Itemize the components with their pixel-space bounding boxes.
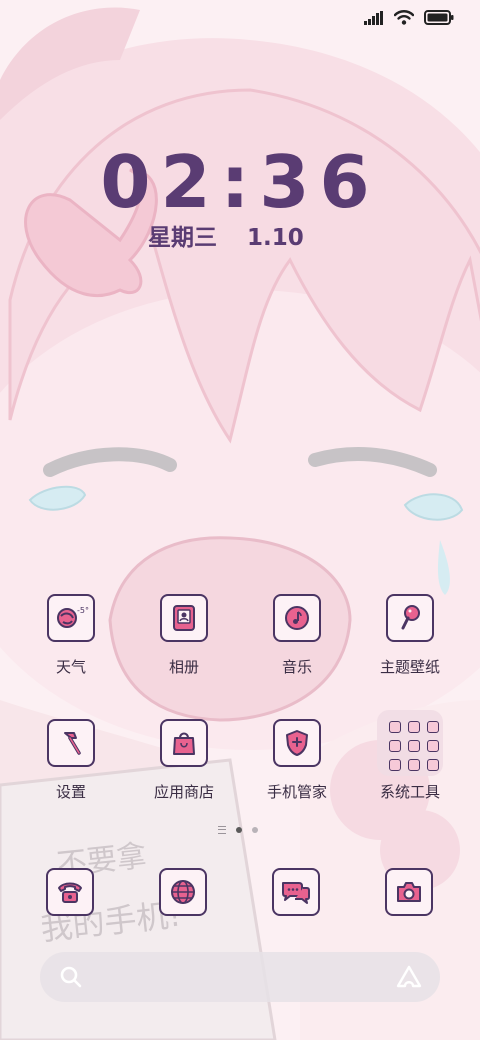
signal-icon [364, 10, 383, 25]
dock-messages[interactable] [272, 868, 320, 916]
mini-app-icon [408, 721, 420, 733]
assistant-icon[interactable] [396, 965, 422, 989]
folder-icon [377, 710, 443, 776]
dock-camera[interactable] [385, 868, 433, 916]
app-label: 系统工具 [379, 783, 440, 801]
folder-system-tools[interactable]: 系统工具 [355, 710, 465, 802]
mini-app-icon [389, 759, 401, 771]
mini-app-icon [427, 721, 439, 733]
gallery-icon [160, 594, 208, 642]
app-security[interactable]: 手机管家 [242, 719, 352, 802]
app-gallery[interactable]: 相册 [129, 594, 239, 677]
phone-icon [46, 868, 94, 916]
shopping-bag-icon [160, 719, 208, 767]
weather-icon: -5° [47, 594, 95, 642]
wifi-icon [394, 10, 414, 25]
mini-app-icon [427, 759, 439, 771]
app-settings[interactable]: 设置 [16, 719, 126, 802]
search-bar[interactable] [40, 952, 440, 1002]
page-dot-active [236, 827, 242, 833]
app-weather[interactable]: -5° 天气 [16, 594, 126, 677]
app-label: 音乐 [281, 658, 312, 676]
page-list-icon [218, 826, 226, 834]
browser-globe-icon [159, 868, 207, 916]
theme-brush-icon [386, 594, 434, 642]
weekday-text: 星期三 [148, 225, 217, 251]
app-label: 天气 [55, 658, 86, 676]
app-label: 手机管家 [266, 783, 327, 801]
music-icon [273, 594, 321, 642]
status-bar [364, 10, 454, 25]
dock-browser[interactable] [159, 868, 207, 916]
app-label: 主题壁纸 [379, 658, 440, 676]
date-text: 1.10 [247, 225, 304, 251]
app-label: 设置 [55, 783, 86, 801]
search-icon[interactable] [60, 966, 82, 988]
mini-app-icon [427, 740, 439, 752]
mini-app-icon [408, 759, 420, 771]
app-store[interactable]: 应用商店 [129, 719, 239, 802]
battery-icon [424, 10, 454, 25]
shield-plus-icon [273, 719, 321, 767]
camera-icon [385, 868, 433, 916]
mini-app-icon [389, 740, 401, 752]
mini-app-icon [389, 721, 401, 733]
weather-temp: -5° [77, 606, 89, 615]
lock-clock[interactable]: 02:36 [0, 140, 480, 224]
page-dot [252, 827, 258, 833]
app-music[interactable]: 音乐 [242, 594, 352, 677]
lock-date[interactable]: 星期三 1.10 [148, 218, 326, 252]
app-label: 应用商店 [153, 783, 214, 801]
hammer-icon [47, 719, 95, 767]
page-indicator[interactable] [218, 826, 258, 834]
messages-icon [272, 868, 320, 916]
dock-phone[interactable] [46, 868, 94, 916]
app-label: 相册 [168, 658, 199, 676]
app-theme[interactable]: 主题壁纸 [355, 594, 465, 677]
mini-app-icon [408, 740, 420, 752]
